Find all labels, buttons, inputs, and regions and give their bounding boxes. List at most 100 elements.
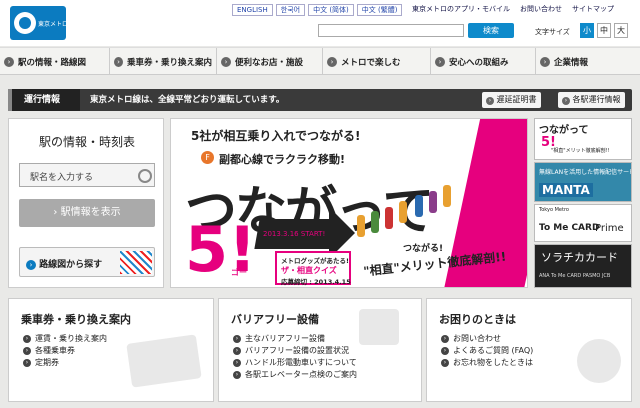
side-banner-tsunagatte[interactable]: つながって 5! "相直"メリット徹底解剖!!: [534, 118, 632, 160]
header: 東京メトロ ENGLISH 한국어 中文 (简体) 中文 (繁體) 東京メトロの…: [0, 0, 640, 46]
arrow-right-icon: ›: [441, 347, 449, 355]
list-item[interactable]: › 各種乗車券: [23, 345, 107, 357]
arrow-right-icon: ›: [233, 359, 241, 367]
list-item[interactable]: › 各駅エレベーター点検のご案内: [233, 369, 357, 381]
arrow-right-icon: ›: [233, 371, 241, 379]
status-title: 運行情報: [8, 89, 80, 111]
show-station-info-button[interactable]: › 駅情報を表示: [19, 199, 155, 227]
barrier-free-panel: バリアフリー設備 › 主なバリアフリー設備 › バリアフリー設備の設置状況 › ハンド…: [218, 298, 422, 402]
search-button[interactable]: 検索: [468, 23, 514, 38]
font-size-medium[interactable]: 中: [597, 23, 611, 38]
elevator-icon: [359, 309, 399, 345]
list-item[interactable]: › 主なバリアフリー設備: [233, 333, 357, 345]
lang-chinese-traditional[interactable]: 中文 (繁體): [356, 4, 403, 16]
nav-shops[interactable]: › 便利なお店・施設: [217, 48, 323, 75]
metro-logo-icon: [14, 12, 36, 34]
person-figure: [371, 211, 379, 233]
link-app-mobile[interactable]: 東京メトロのアプリ・モバイル: [412, 4, 510, 15]
nav-enjoy[interactable]: › メトロで楽しむ: [323, 48, 431, 75]
banner-headline: 5社が相互乗り入れでつながる!: [191, 129, 361, 143]
tokyo-metro-logo[interactable]: 東京メトロ: [10, 6, 69, 40]
logo-text: 東京メトロ: [38, 21, 69, 28]
help-panel: お困りのときは › お問い合わせ › よくあるご質問 (FAQ) › お忘れ物をしたと…: [426, 298, 632, 402]
side-banners: つながって 5! "相直"メリット徹底解剖!! 無線LANを活用した情報配信サー…: [534, 118, 632, 288]
side-banner-to-me-card[interactable]: Tokyo Metro To Me CARD Prime: [534, 204, 632, 242]
link-contact[interactable]: お問い合わせ: [520, 4, 562, 15]
arrow-right-icon: ›: [233, 335, 241, 343]
station-info-panel: 駅の情報・時刻表 駅名を入力する › 駅情報を表示 › 路線図から探す: [8, 118, 164, 288]
nav-safety[interactable]: › 安心への取組み: [431, 48, 536, 75]
list-item[interactable]: › 運賃・乗り換え案内: [23, 333, 107, 345]
main-banner[interactable]: 5社が相互乗り入れでつながる! F 副都心線でラクラク移動! つながって 5! …: [170, 118, 528, 288]
arrow-right-icon: ›: [327, 56, 337, 67]
arrow-right-icon: ›: [435, 56, 445, 67]
top-links: 東京メトロのアプリ・モバイル お問い合わせ サイトマップ: [412, 4, 614, 15]
status-text[interactable]: 東京メトロ線は、全線平常どおり運転しています。: [90, 89, 284, 111]
barrier-link-list: › 主なバリアフリー設備 › バリアフリー設備の設置状況 › ハンドル形電動車いすにつ…: [233, 333, 357, 381]
station-name-input[interactable]: 駅名を入力する: [19, 163, 155, 187]
station-panel-title: 駅の情報・時刻表: [38, 135, 135, 149]
arrow-right-icon: ›: [441, 359, 449, 367]
ticket-card-icon: [126, 334, 202, 388]
station-input-placeholder: 駅名を入力する: [30, 173, 94, 183]
arrow-right-icon: ›: [233, 347, 241, 355]
banner-tsunagaru: つながる!: [403, 244, 444, 254]
tickets-panel-title[interactable]: 乗車券・乗り換え案内: [21, 311, 131, 327]
line-status-button[interactable]: › 各駅運行情報: [558, 92, 625, 108]
nav-corporate[interactable]: › 企業情報: [536, 48, 640, 75]
list-item[interactable]: › バリアフリー設備の設置状況: [233, 345, 357, 357]
arrow-right-icon: ›: [23, 347, 31, 355]
lang-english[interactable]: ENGLISH: [232, 4, 273, 16]
search-icon: [138, 169, 152, 183]
nav-tickets[interactable]: › 乗車券・乗り換え案内: [110, 48, 217, 75]
search-by-map-button[interactable]: › 路線図から探す: [19, 247, 155, 277]
tickets-link-list: › 運賃・乗り換え案内 › 各種乗車券 › 定期券: [23, 333, 107, 369]
arrow-right-icon: ›: [23, 359, 31, 367]
lang-korean[interactable]: 한국어: [275, 4, 306, 16]
list-item[interactable]: › 定期券: [23, 357, 107, 369]
fukutoshin-line-badge: F: [201, 151, 214, 164]
list-item[interactable]: › お忘れ物をしたときは: [441, 357, 533, 369]
list-item[interactable]: › お問い合わせ: [441, 333, 533, 345]
banner-go: ゴー: [231, 268, 247, 277]
font-size-large[interactable]: 大: [614, 23, 628, 38]
side-banner-solachika[interactable]: ソラチカカード ANA To Me CARD PASMO JCB: [534, 244, 632, 288]
arrow-right-icon: ›: [486, 97, 494, 105]
nav-station-info[interactable]: › 駅の情報・路線図: [0, 48, 110, 75]
help-panel-title[interactable]: お困りのときは: [439, 311, 516, 327]
arrow-right-icon: ›: [221, 56, 231, 67]
tickets-panel: 乗車券・乗り換え案内 › 運賃・乗り換え案内 › 各種乗車券 › 定期券: [8, 298, 214, 402]
lang-chinese-simplified[interactable]: 中文 (简体): [308, 4, 354, 16]
person-figure: [429, 191, 437, 213]
arrow-right-icon: ›: [53, 207, 61, 218]
quiz-box: メトログッズがあたる! ザ・相直クイズ 応募締切 : 2013.4.15: [275, 251, 351, 286]
help-link-list: › お問い合わせ › よくあるご質問 (FAQ) › お忘れ物をしたときは: [441, 333, 533, 369]
font-size-label: 文字サイズ: [535, 28, 570, 36]
arrow-right-icon: ›: [4, 56, 14, 67]
banner-subheadline: 副都心線でラクラク移動!: [219, 153, 346, 166]
link-sitemap[interactable]: サイトマップ: [572, 4, 614, 15]
person-figure: [399, 201, 407, 223]
route-map-thumbnail: [120, 251, 152, 274]
font-size-small[interactable]: 小: [580, 23, 594, 38]
barrier-free-panel-title[interactable]: バリアフリー設備: [231, 311, 319, 327]
arrow-right-icon: ›: [23, 335, 31, 343]
delay-certificate-button[interactable]: › 遅延証明書: [482, 92, 541, 108]
person-figure: [357, 215, 365, 237]
arrow-right-icon: ›: [441, 335, 449, 343]
question-mark-icon: [577, 339, 621, 383]
person-figure: [443, 185, 451, 207]
person-figure: [385, 207, 393, 229]
main-nav: › 駅の情報・路線図 › 乗車券・乗り換え案内 › 便利なお店・施設 › メトロで楽しむ…: [0, 47, 640, 75]
arrow-right-icon: ›: [26, 260, 36, 270]
side-banner-manta[interactable]: 無線LANを活用した情報配信サービス MANTA: [534, 162, 632, 202]
search-input[interactable]: [318, 24, 464, 37]
language-switcher: ENGLISH 한국어 中文 (简体) 中文 (繁體): [232, 4, 403, 16]
arrow-right-icon: ›: [540, 56, 550, 67]
start-date-bar: 2013.3.16 START!: [254, 219, 336, 249]
arrow-right-icon: ›: [562, 97, 570, 105]
list-item[interactable]: › よくあるご質問 (FAQ): [441, 345, 533, 357]
list-item[interactable]: › ハンドル形電動車いすについて: [233, 357, 357, 369]
arrow-right-icon: ›: [114, 56, 123, 67]
person-figure: [415, 195, 423, 217]
